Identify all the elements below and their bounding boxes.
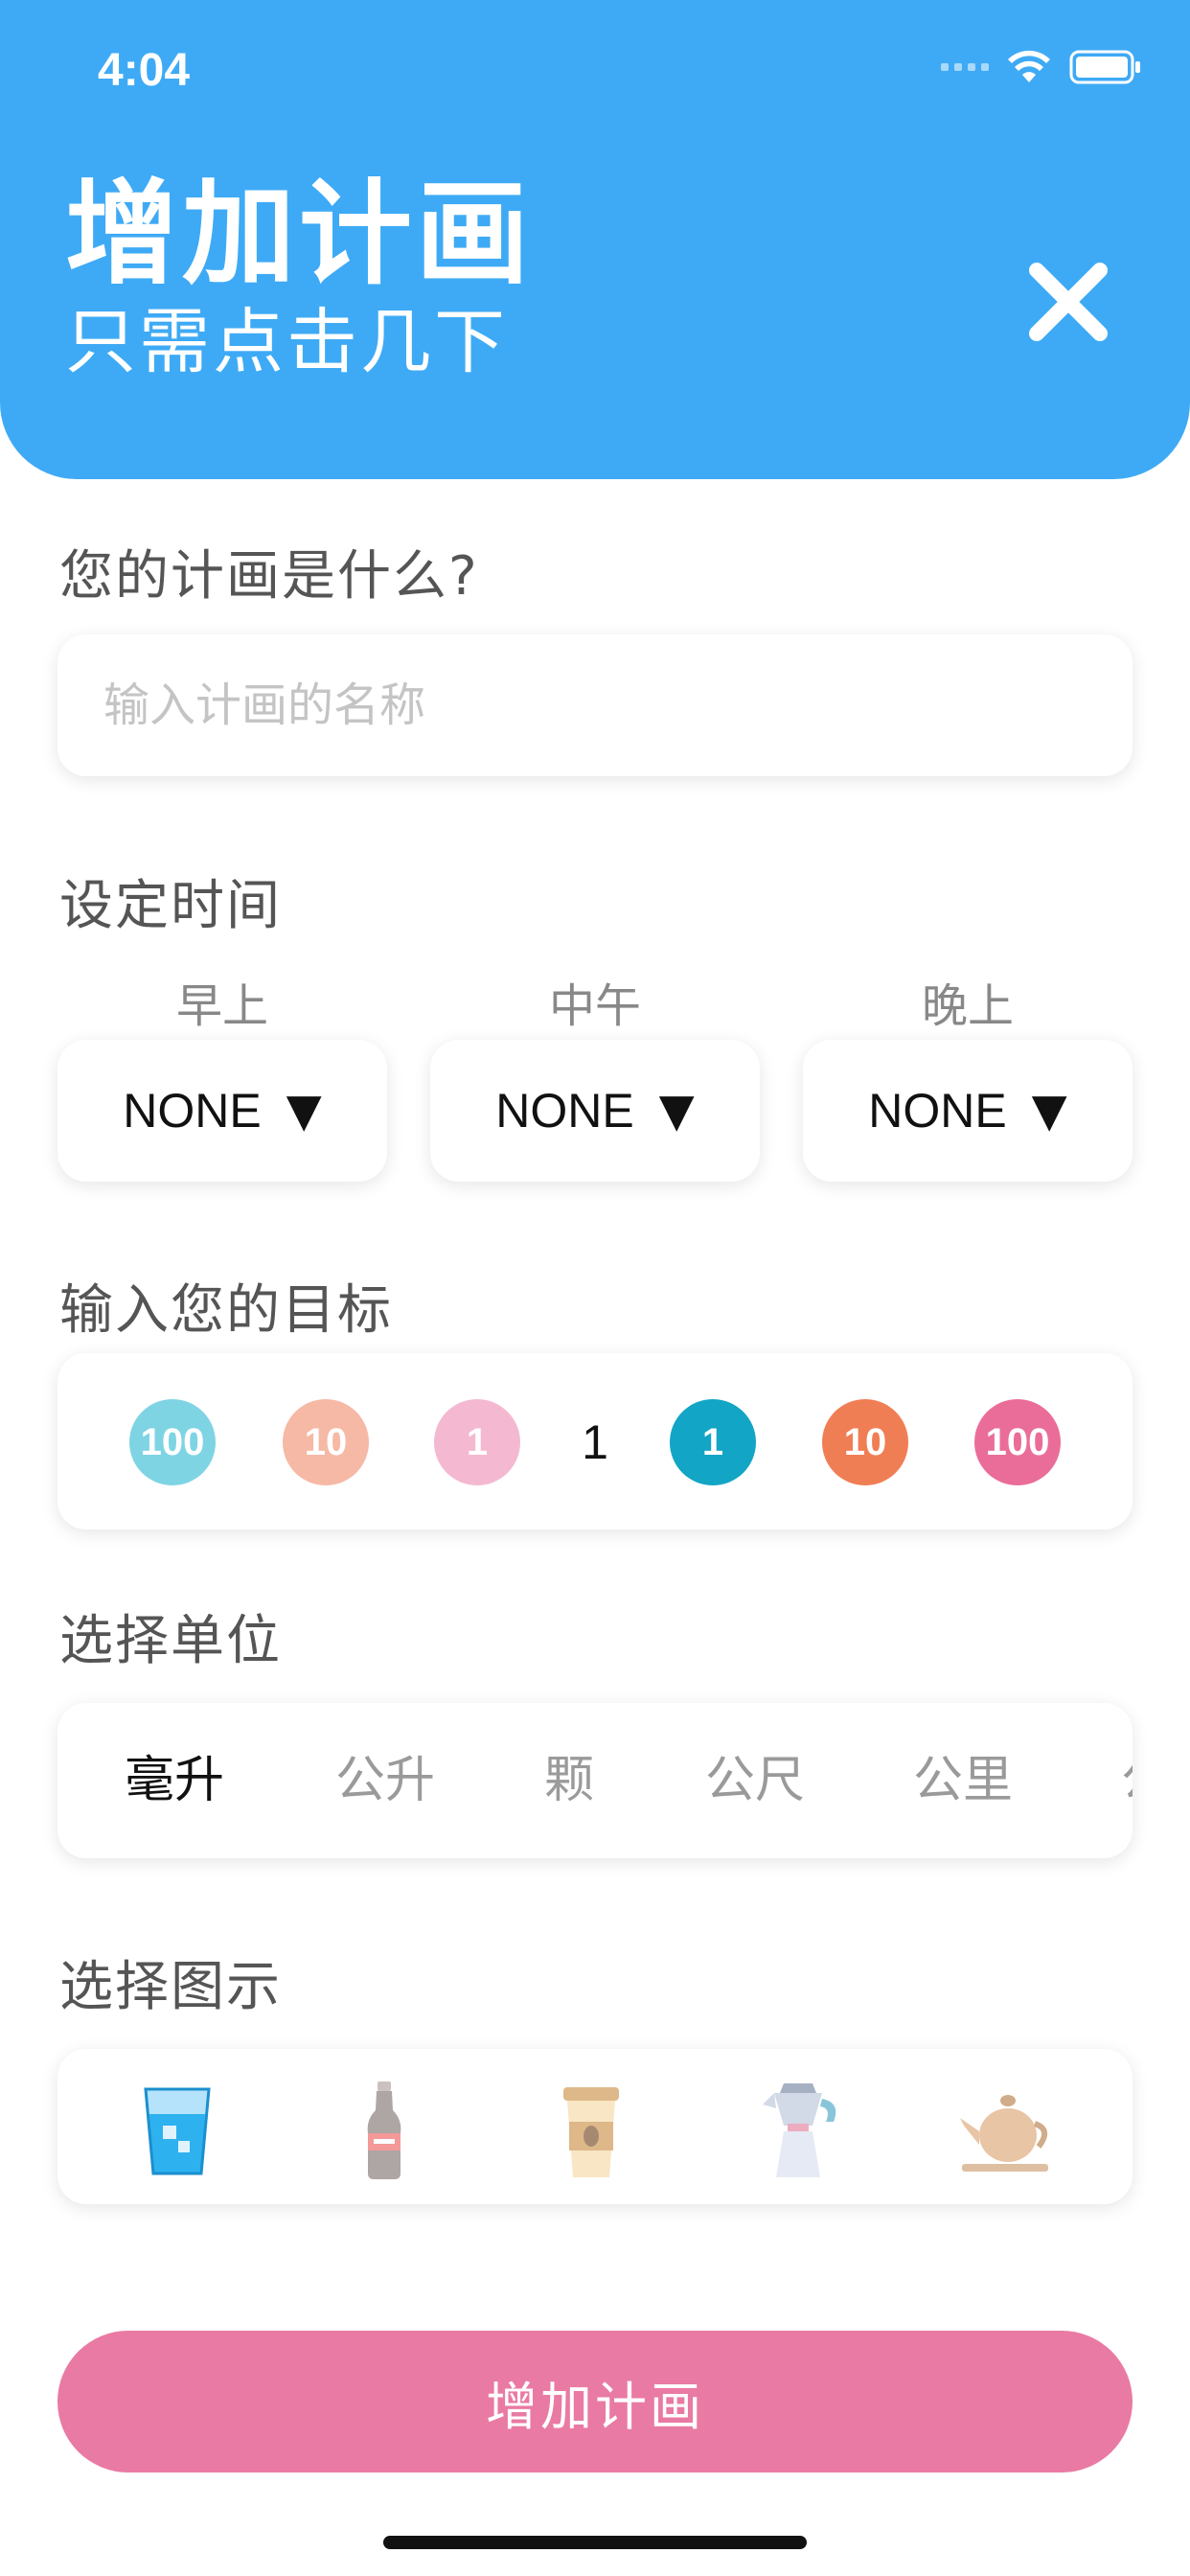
moka-pot-icon[interactable]: [745, 2078, 851, 2183]
decrease-10-button[interactable]: 10: [283, 1399, 369, 1485]
unit-picker: 毫升 公升 颗 公尺 公里 公: [57, 1703, 1133, 1858]
noon-label: 中午: [548, 979, 641, 1033]
evening-value: NONE: [868, 1084, 1007, 1138]
unit-option[interactable]: 公: [1121, 1703, 1133, 1858]
add-plan-button[interactable]: 增加计画: [57, 2331, 1133, 2472]
unit-label: 选择单位: [59, 1610, 282, 1672]
header: 4:04 增加计画 只需点击几下: [0, 0, 1190, 479]
evening-label: 晚上: [921, 979, 1014, 1033]
wifi-icon: [1008, 50, 1050, 82]
teapot-icon[interactable]: [952, 2078, 1058, 2183]
coffee-cup-icon[interactable]: [538, 2078, 644, 2183]
water-glass-icon[interactable]: [125, 2078, 230, 2183]
decrease-100-button[interactable]: 100: [129, 1399, 216, 1485]
unit-option[interactable]: 公里: [913, 1703, 1013, 1858]
increase-10-button[interactable]: 10: [822, 1399, 908, 1485]
status-icons: [941, 50, 1142, 84]
unit-option[interactable]: 公尺: [705, 1703, 805, 1858]
dropdown-arrow-icon: ▼: [286, 1084, 322, 1138]
plan-name-input[interactable]: [102, 678, 1133, 733]
icon-choice-label: 选择图示: [59, 1956, 282, 2018]
status-time: 4:04: [98, 45, 191, 96]
cellular-signal-icon: [941, 63, 989, 71]
noon-select[interactable]: NONE ▼: [430, 1040, 760, 1182]
plan-name-label: 您的计画是什么?: [59, 545, 479, 608]
schedule-label: 设定时间: [59, 875, 282, 937]
dropdown-arrow-icon: ▼: [1031, 1084, 1067, 1138]
dropdown-arrow-icon: ▼: [658, 1084, 695, 1138]
goal-stepper: 100 10 1 1 1 10 100: [57, 1353, 1133, 1530]
decrease-1-button[interactable]: 1: [434, 1399, 520, 1485]
plan-name-card: [57, 634, 1133, 776]
goal-label: 输入您的目标: [59, 1279, 393, 1342]
page-title: 增加计画: [65, 168, 534, 300]
battery-icon: [1069, 50, 1140, 84]
icon-picker: [57, 2049, 1133, 2204]
unit-option[interactable]: 颗: [544, 1703, 594, 1858]
goal-value: 1: [582, 1415, 608, 1469]
cola-bottle-icon[interactable]: [332, 2078, 437, 2183]
unit-option[interactable]: 毫升: [125, 1703, 224, 1858]
unit-option[interactable]: 公升: [335, 1703, 435, 1858]
increase-100-button[interactable]: 100: [974, 1399, 1061, 1485]
morning-value: NONE: [123, 1084, 262, 1138]
increase-1-button[interactable]: 1: [670, 1399, 756, 1485]
home-indicator[interactable]: [383, 2536, 807, 2549]
page-subtitle: 只需点击几下: [65, 301, 508, 383]
evening-select[interactable]: NONE ▼: [803, 1040, 1133, 1182]
noon-value: NONE: [495, 1084, 634, 1138]
morning-label: 早上: [175, 979, 268, 1033]
close-icon[interactable]: [1025, 259, 1111, 345]
morning-select[interactable]: NONE ▼: [57, 1040, 387, 1182]
